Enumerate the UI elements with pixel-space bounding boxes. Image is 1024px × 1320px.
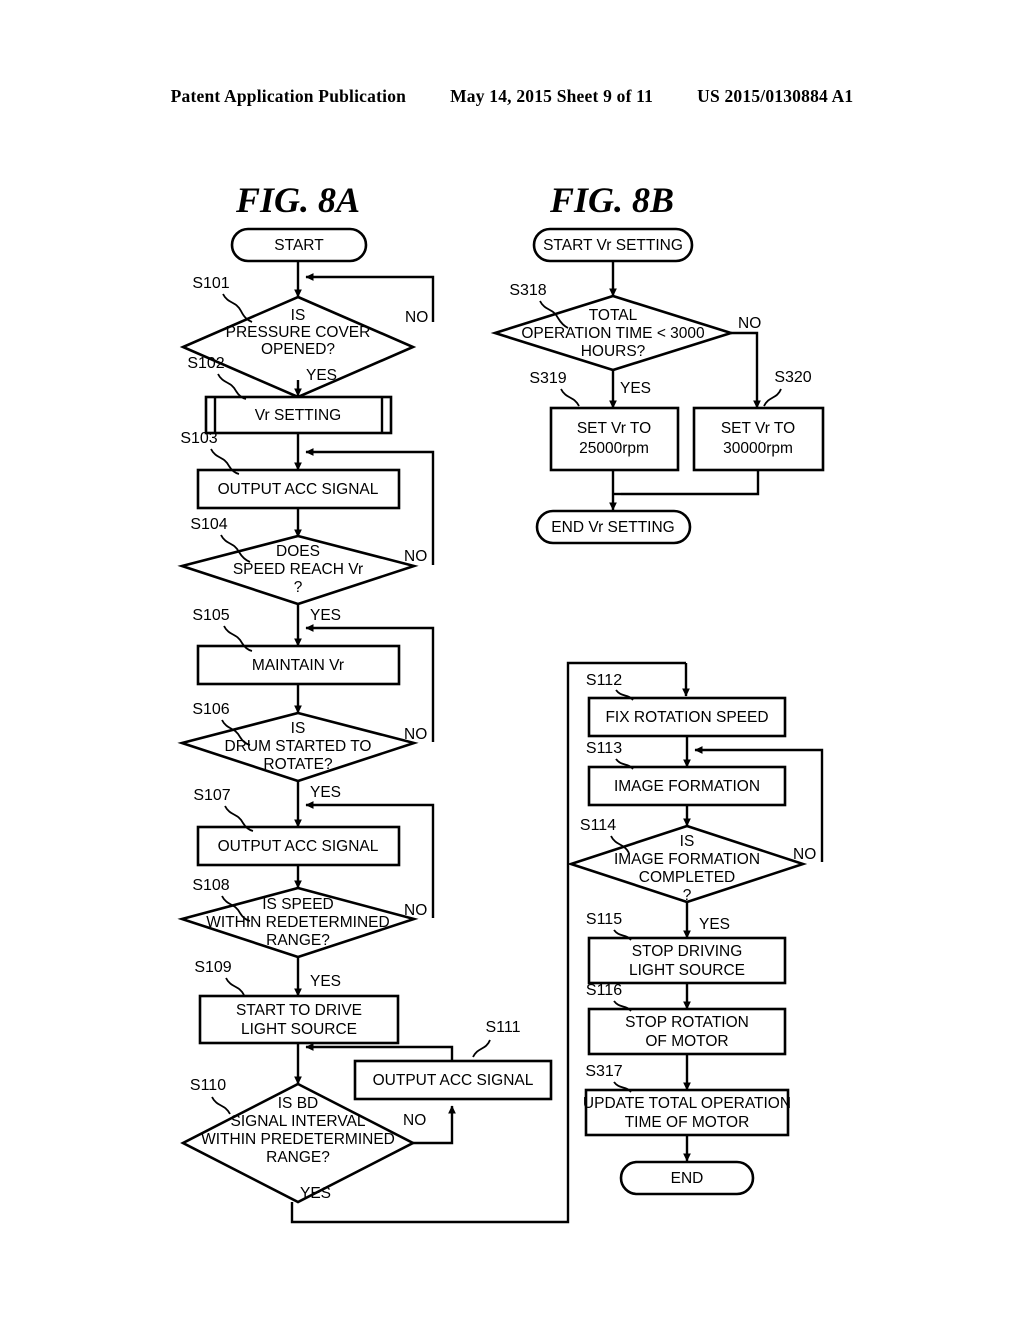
node-s320-line1: SET Vr TO (721, 420, 795, 437)
step-label-s320: S320 (774, 369, 811, 386)
node-s110-line4: RANGE? (266, 1149, 330, 1166)
node-end-b-label: END Vr SETTING (551, 519, 674, 536)
node-s317-line1: UPDATE TOTAL OPERATION (583, 1095, 791, 1112)
step-label-s106: S106 (192, 701, 229, 718)
branch-s108-yes: YES (310, 973, 341, 990)
step-label-s101: S101 (192, 275, 229, 292)
node-s318-line3: HOURS? (581, 343, 646, 360)
node-s108-line2: WITHIN REDETERMINED (206, 914, 389, 931)
node-s106-line1: IS (291, 720, 306, 737)
node-s107-label: OUTPUT ACC SIGNAL (218, 838, 379, 855)
node-s104-line3: ? (294, 579, 303, 596)
node-s320-line2: 30000rpm (723, 440, 793, 457)
node-s102-label: Vr SETTING (255, 407, 341, 424)
node-s115-line2: LIGHT SOURCE (629, 962, 745, 979)
branch-s101-yes: YES (306, 367, 337, 384)
node-s317-line2: TIME OF MOTOR (625, 1114, 750, 1131)
node-end-a-label: END (671, 1170, 704, 1187)
step-label-s112: S112 (586, 672, 622, 689)
step-label-s107: S107 (193, 787, 230, 804)
node-s320-process (692, 406, 825, 472)
branch-s104-no: NO (404, 548, 427, 565)
fig-8b-title: FIG. 8B (549, 180, 674, 220)
step-label-s103: S103 (180, 430, 217, 447)
node-s319-line1: SET Vr TO (577, 420, 651, 437)
fig-8a-title: FIG. 8A (235, 180, 360, 220)
node-s319-process (549, 406, 680, 472)
node-s109-line1: START TO DRIVE (236, 1002, 362, 1019)
node-s101-line3: OPENED? (261, 341, 335, 358)
node-s108-line3: RANGE? (266, 932, 330, 949)
branch-s108-no: NO (404, 902, 427, 919)
branch-s114-no: NO (793, 846, 816, 863)
node-s111-label: OUTPUT ACC SIGNAL (373, 1072, 534, 1089)
node-start-a-label: START (274, 237, 324, 254)
node-s113-label: IMAGE FORMATION (614, 778, 760, 795)
node-s108-line1: IS SPEED (262, 896, 334, 913)
step-label-s113: S113 (586, 740, 622, 757)
step-label-s317: S317 (585, 1063, 622, 1080)
step-label-s105: S105 (192, 607, 229, 624)
step-label-s318: S318 (509, 282, 546, 299)
branch-s114-yes: YES (699, 916, 730, 933)
branch-s101-no: NO (405, 309, 428, 326)
node-s110-line1: IS BD (278, 1095, 318, 1112)
step-label-s114: S114 (580, 817, 616, 834)
branch-s110-yes: YES (300, 1185, 331, 1202)
node-start-b-label: START Vr SETTING (543, 237, 683, 254)
step-label-s115: S115 (586, 911, 622, 928)
step-label-s111: S111 (486, 1019, 521, 1036)
node-s110-line2: SIGNAL INTERVAL (231, 1113, 366, 1130)
node-s114-line4: ? (683, 887, 692, 904)
node-s318-line1: TOTAL (589, 307, 638, 324)
branch-s318-no: NO (738, 315, 761, 332)
step-label-s108: S108 (192, 877, 229, 894)
node-s318-line2: OPERATION TIME < 3000 (521, 325, 705, 342)
node-s114-line1: IS (680, 833, 695, 850)
flowchart-canvas: FIG. 8A START IS PRESSURE COVER OPENED? … (177, 180, 825, 1224)
node-s101-line2: PRESSURE COVER (226, 324, 371, 341)
node-s112-label: FIX ROTATION SPEED (605, 709, 768, 726)
step-label-s110: S110 (190, 1077, 226, 1094)
node-s109-line2: LIGHT SOURCE (241, 1021, 357, 1038)
node-s114-line3: COMPLETED (639, 869, 735, 886)
node-s106-line3: ROTATE? (263, 756, 333, 773)
patent-figure-page: Patent Application Publication May 14, 20… (0, 0, 1024, 1320)
node-s116-line1: STOP ROTATION (625, 1014, 749, 1031)
step-label-s102: S102 (187, 355, 224, 372)
node-s103-label: OUTPUT ACC SIGNAL (218, 481, 379, 498)
node-s319-line2: 25000rpm (579, 440, 649, 457)
step-label-s104: S104 (190, 516, 227, 533)
node-s104-line2: SPEED REACH Vr (233, 561, 363, 578)
node-s114-line2: IMAGE FORMATION (614, 851, 760, 868)
node-s115-line1: STOP DRIVING (632, 943, 743, 960)
node-s106-line2: DRUM STARTED TO (225, 738, 372, 755)
node-s105-label: MAINTAIN Vr (252, 657, 344, 674)
node-s110-line3: WITHIN PREDETERMINED (201, 1131, 395, 1148)
step-label-s116: S116 (586, 982, 622, 999)
branch-s110-no: NO (403, 1112, 426, 1129)
step-label-s319: S319 (529, 370, 566, 387)
branch-s106-yes: YES (310, 784, 341, 801)
branch-s106-no: NO (404, 726, 427, 743)
node-s101-line1: IS (291, 307, 306, 324)
branch-s104-yes: YES (310, 607, 341, 624)
node-s116-line2: OF MOTOR (645, 1033, 728, 1050)
step-label-s109: S109 (194, 959, 231, 976)
branch-s318-yes: YES (620, 380, 651, 397)
node-s104-line1: DOES (276, 543, 320, 560)
